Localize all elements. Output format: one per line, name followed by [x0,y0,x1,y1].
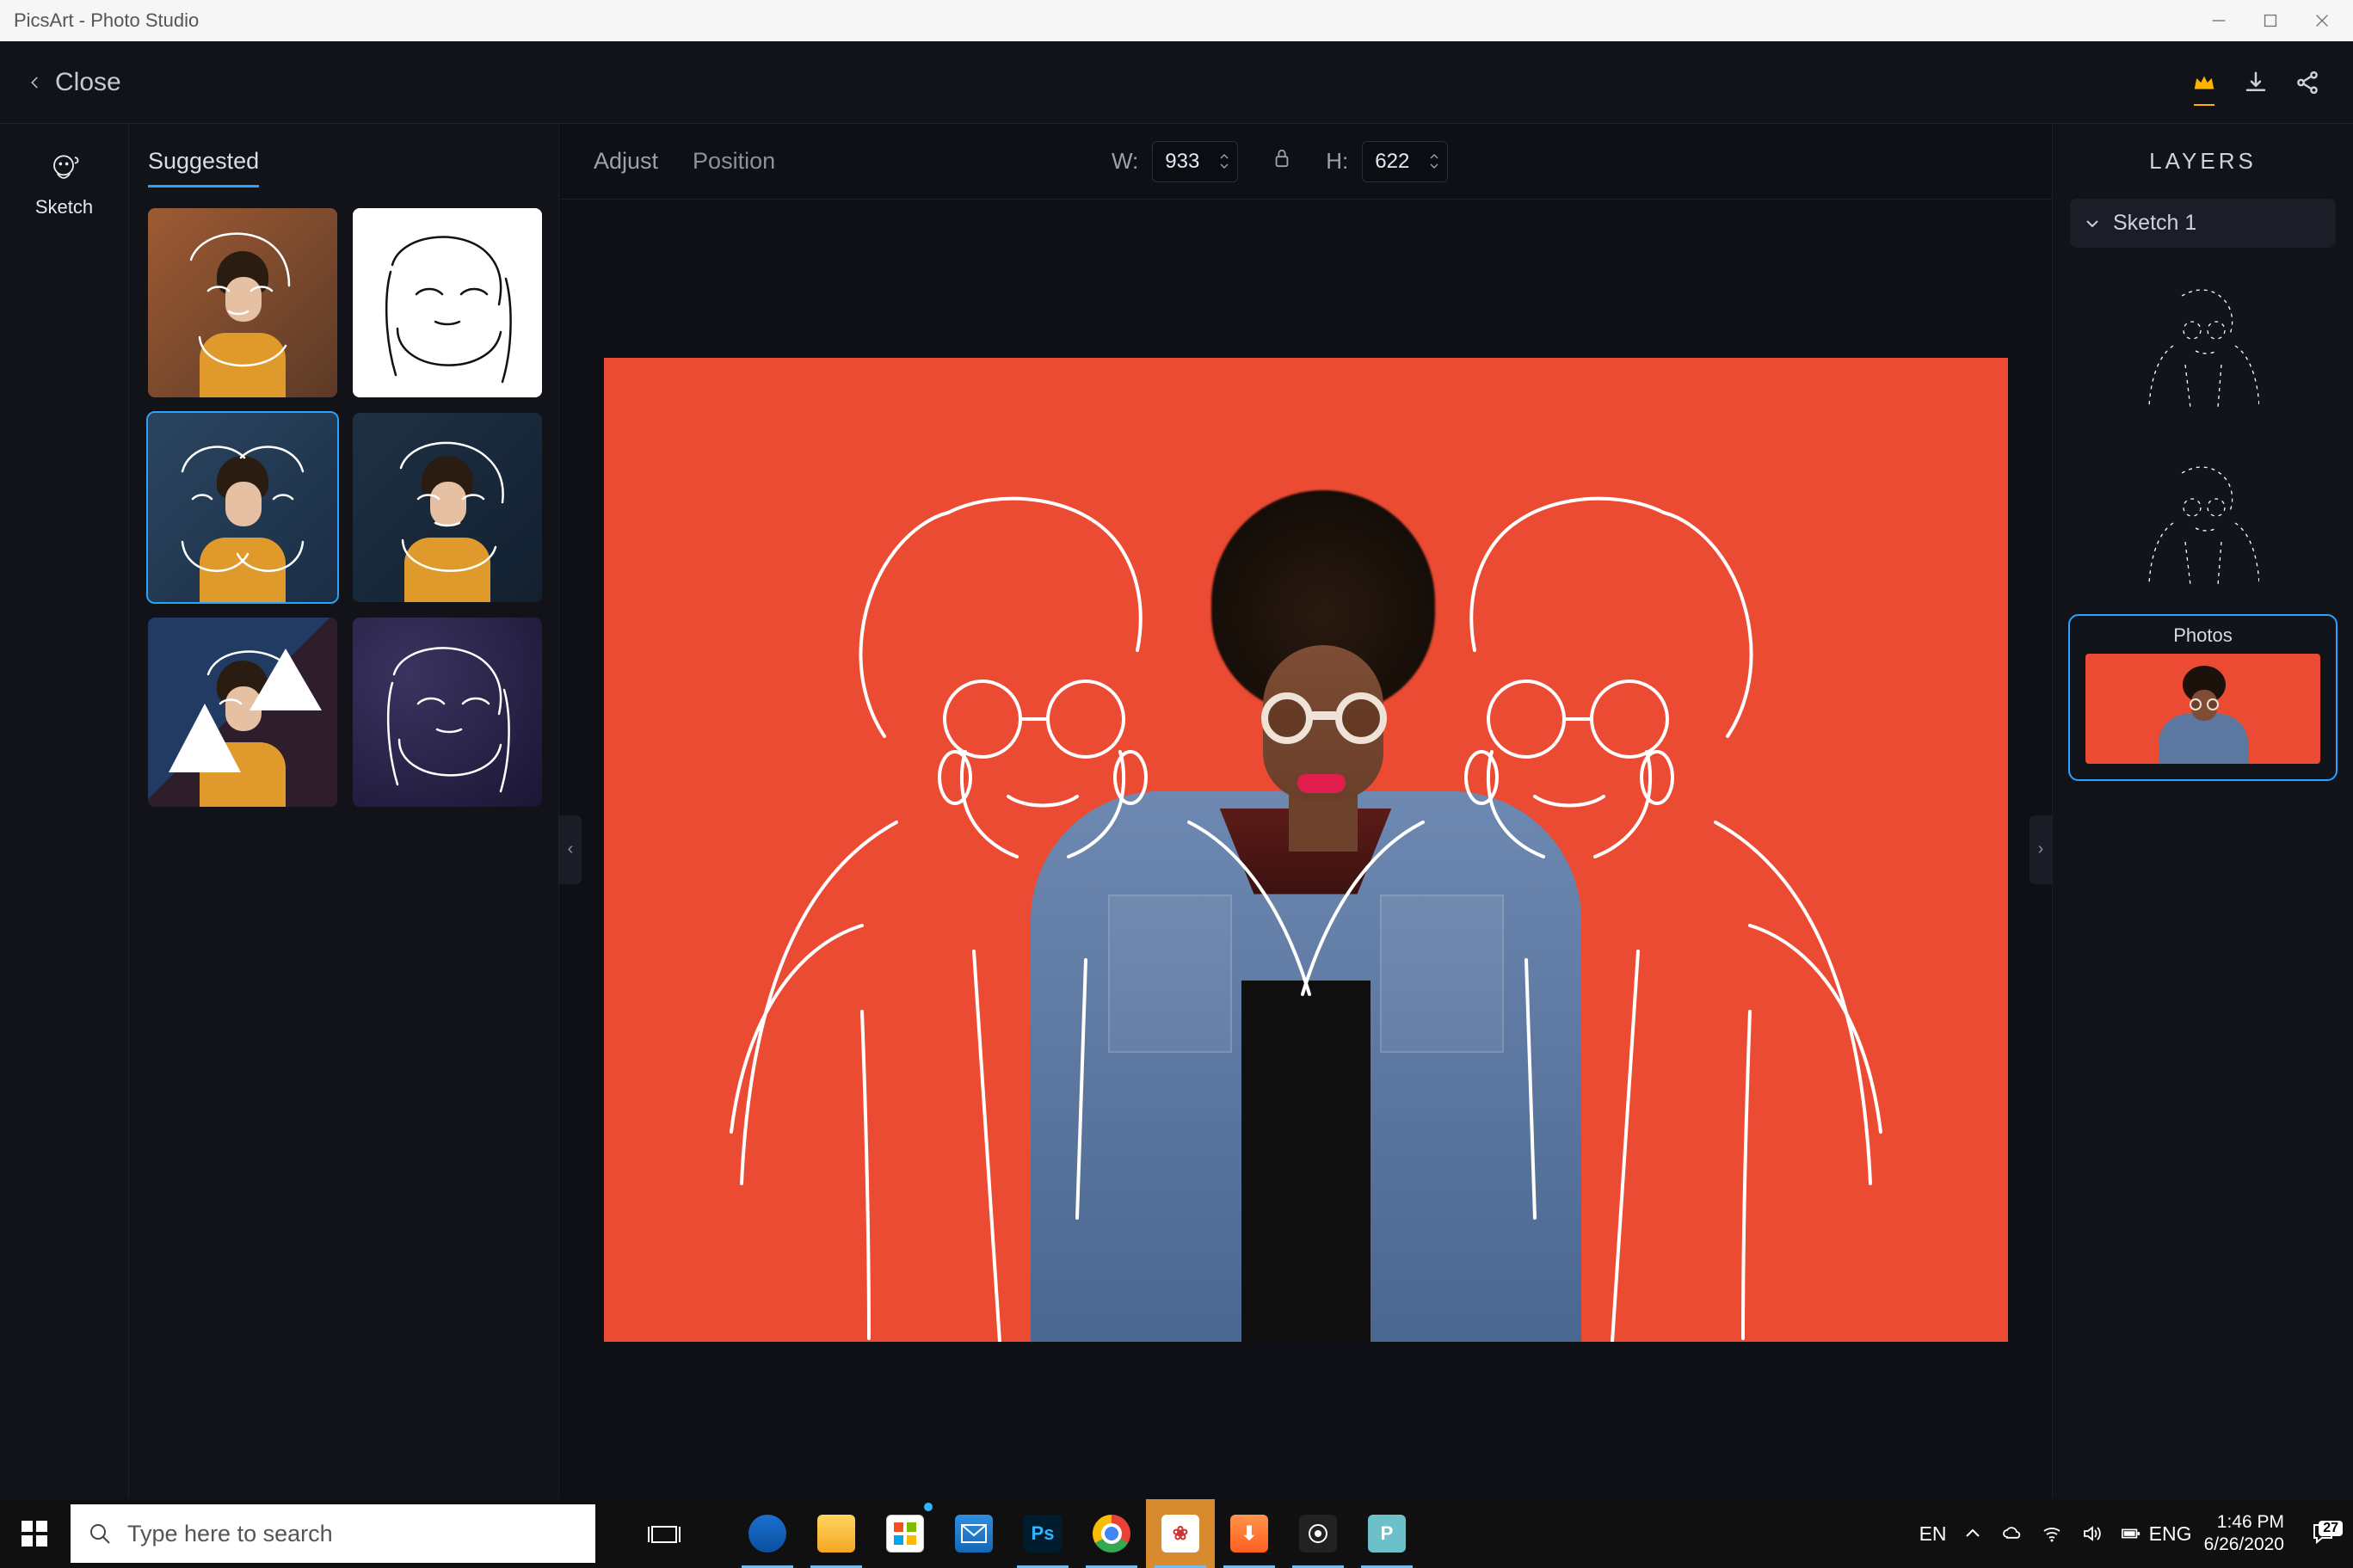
window-title: PicsArt - Photo Studio [14,9,2193,32]
app-root: Close [0,41,2353,1499]
taskbar-clock[interactable]: 1:46 PM 6/26/2020 [2192,1511,2296,1557]
input-language-1[interactable]: EN [1915,1522,1951,1546]
windows-logo-icon [22,1521,47,1546]
height-stepper[interactable] [1428,152,1440,170]
canvas-viewport[interactable]: ‹ › [559,200,2052,1499]
window-titlebar: PicsArt - Photo Studio [0,0,2353,41]
canvas-area: Adjust Position W: 933 [559,124,2052,1499]
download-icon [2243,70,2269,95]
task-view-icon [645,1515,683,1553]
layer-photos-label: Photos [2070,624,2336,647]
windows-taskbar: Type here to search Ps ❀ ⬇ P EN ENG 1:46… [0,1499,2353,1568]
width-value: 933 [1165,150,1199,174]
taskbar-app-explorer[interactable] [802,1499,871,1568]
chevron-down-icon[interactable] [1428,162,1440,170]
share-button[interactable] [2289,65,2325,101]
suggested-panel: Suggested [129,124,559,1499]
suggested-tab[interactable]: Suggested [148,148,259,188]
tool-strip: Sketch [0,124,129,1499]
layer-thumb-photos[interactable]: Photos [2070,616,2336,779]
system-tray: EN ENG 1:46 PM 6/26/2020 27 [1915,1499,2353,1568]
layer-group-label: Sketch 1 [2113,211,2196,236]
layers-panel: LAYERS Sketch 1 Photos [2052,124,2353,1499]
input-language-2[interactable]: ENG [2153,1522,2189,1546]
adjust-tab[interactable]: Adjust [594,148,658,175]
sketch-overlay [604,358,2008,1342]
preset-thumb[interactable] [148,208,337,397]
tray-chevron-up[interactable] [1955,1523,1991,1544]
action-center-button[interactable]: 27 [2300,1521,2346,1546]
preset-thumb[interactable] [148,413,337,602]
lock-icon [1272,147,1291,169]
share-icon [2294,70,2320,95]
close-label: Close [55,68,121,97]
height-control: H: 622 [1326,141,1448,182]
canvas-control-bar: Adjust Position W: 933 [559,124,2052,200]
preset-thumb[interactable] [353,208,542,397]
canvas[interactable] [604,358,2008,1342]
chevron-down-icon [2084,215,2101,232]
sketch-tool-icon [45,150,83,188]
search-placeholder: Type here to search [127,1521,333,1547]
height-input[interactable]: 622 [1362,141,1448,182]
width-control: W: 933 [1112,141,1238,182]
wifi-icon[interactable] [2034,1523,2070,1544]
layer-thumb-sketch-2[interactable] [2070,439,2336,602]
onedrive-icon[interactable] [1994,1523,2030,1544]
height-label: H: [1326,148,1348,175]
chevron-up-icon[interactable] [1218,152,1230,161]
lock-aspect-button[interactable] [1272,147,1291,175]
taskbar-app-chrome[interactable] [1077,1499,1146,1568]
volume-icon[interactable] [2073,1523,2110,1544]
preset-thumb[interactable] [353,413,542,602]
height-value: 622 [1375,150,1409,174]
layer-group-header[interactable]: Sketch 1 [2070,199,2336,248]
taskbar-app-photoshop[interactable]: Ps [1008,1499,1077,1568]
notification-badge: 27 [2319,1521,2343,1536]
battery-icon[interactable] [2113,1523,2149,1544]
width-input[interactable]: 933 [1152,141,1238,182]
clock-date: 6/26/2020 [2204,1534,2284,1556]
maximize-button[interactable] [2245,0,2296,41]
position-tab[interactable]: Position [693,148,775,175]
layer-thumb-sketch-1[interactable] [2070,261,2336,425]
sketch-tool-label: Sketch [35,196,93,218]
close-button[interactable]: Close [28,68,121,97]
taskbar-app-import[interactable]: ⬇ [1215,1499,1284,1568]
width-stepper[interactable] [1218,152,1230,170]
sketch-tool[interactable]: Sketch [35,150,93,218]
chevron-down-icon[interactable] [1218,162,1230,170]
preset-thumb[interactable] [148,618,337,807]
app-header: Close [0,41,2353,124]
layers-title: LAYERS [2070,148,2336,175]
close-window-button[interactable] [2296,0,2348,41]
preset-thumb[interactable] [353,618,542,807]
taskbar-app-mail[interactable] [939,1499,1008,1568]
clock-time: 1:46 PM [2204,1511,2284,1534]
taskbar-app-group[interactable]: ❀ [1146,1499,1215,1568]
download-button[interactable] [2238,65,2274,101]
taskbar-app-edge[interactable] [733,1499,802,1568]
chevron-up-icon[interactable] [1428,152,1440,161]
crown-icon [2191,70,2217,95]
taskbar-app-store[interactable] [871,1499,939,1568]
taskbar-search[interactable]: Type here to search [71,1504,595,1563]
task-view-button[interactable] [630,1499,699,1568]
minimize-button[interactable] [2193,0,2245,41]
start-button[interactable] [0,1499,69,1568]
premium-crown-button[interactable] [2186,65,2222,101]
preset-grid [148,208,539,807]
collapse-left-handle[interactable]: ‹ [559,815,582,884]
taskbar-app-picsart[interactable]: P [1352,1499,1421,1568]
collapse-right-handle[interactable]: › [2030,815,2052,884]
width-label: W: [1112,148,1138,175]
taskbar-app-darkroom[interactable] [1284,1499,1352,1568]
search-icon [88,1522,112,1546]
chevron-left-icon [28,71,43,95]
